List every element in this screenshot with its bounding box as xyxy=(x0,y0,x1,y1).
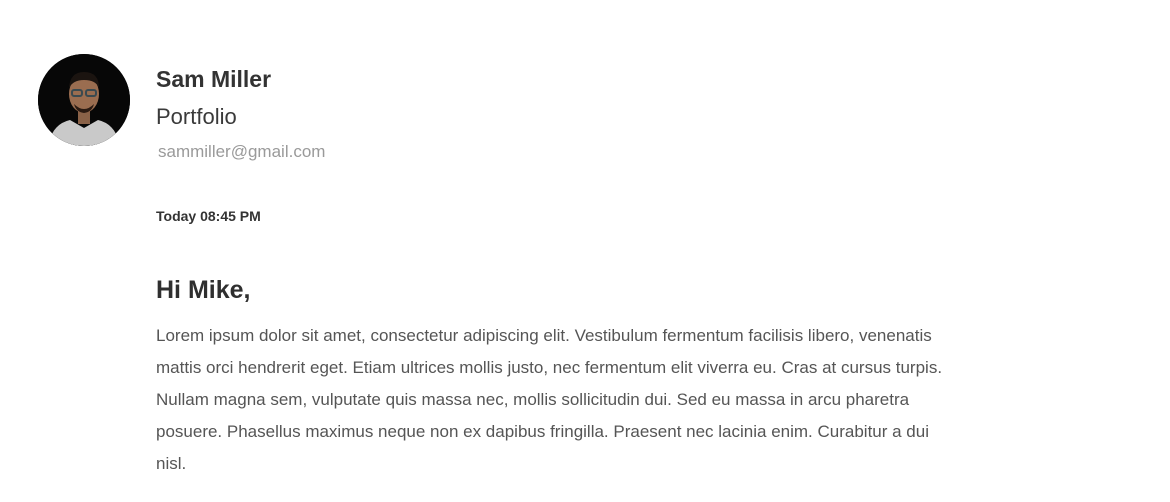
sender-email[interactable]: sammiller@gmail.com xyxy=(158,142,325,162)
message-timestamp: Today 08:45 PM xyxy=(156,208,261,224)
sender-name: Sam Miller xyxy=(156,66,272,92)
profile-photo-icon xyxy=(38,54,130,146)
avatar[interactable] xyxy=(38,54,130,146)
message-body: Lorem ipsum dolor sit amet, consectetur … xyxy=(156,326,943,473)
sender-subtitle: Portfolio xyxy=(156,104,237,129)
message-greeting: Hi Mike, xyxy=(156,276,251,304)
